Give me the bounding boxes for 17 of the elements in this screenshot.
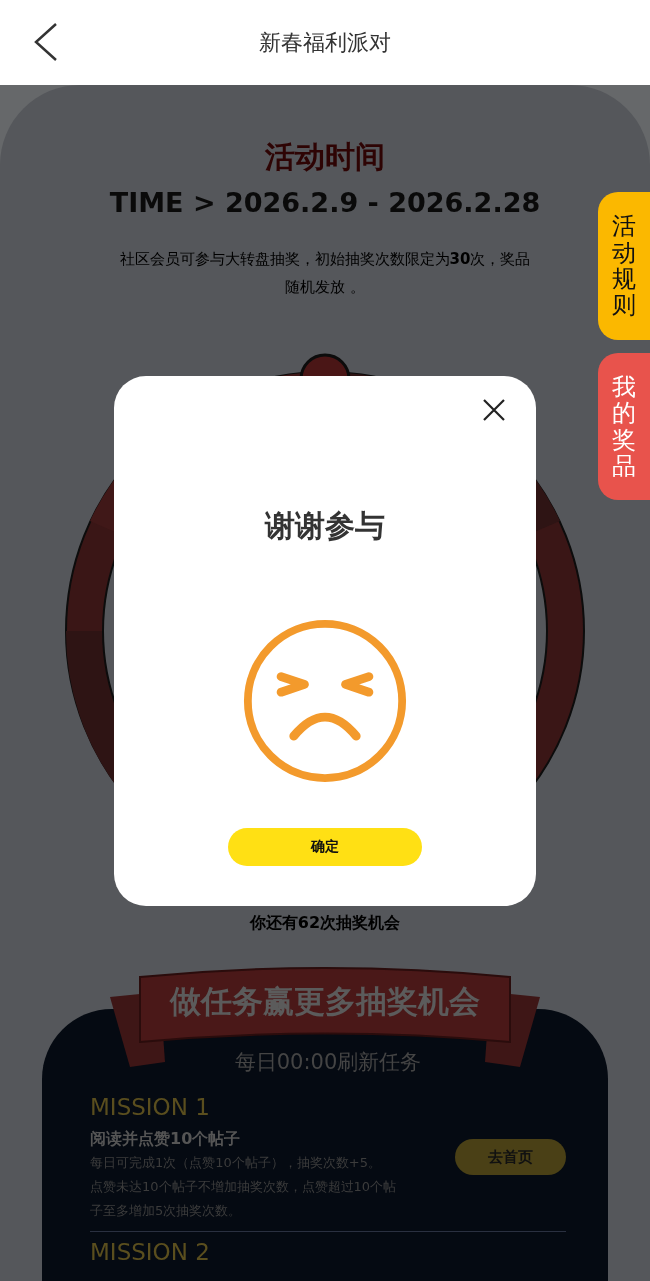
mission-title: 阅读并点赞10个帖子 (90, 1128, 242, 1150)
close-icon[interactable] (483, 399, 505, 421)
back-icon[interactable] (32, 22, 58, 62)
page-title: 新春福利派对 (259, 28, 391, 57)
event-time: TIME > 2026.2.9 - 2026.2.28 (109, 186, 541, 220)
sad-face-icon (242, 618, 408, 784)
side-tab[interactable]: 我的奖品 (598, 353, 650, 500)
banner-title: 做任务赢更多抽奖机会 (170, 982, 480, 1021)
event-description: 社区会员可参与大转盘抽奖，初始抽奖次数限定为30次，奖品随机发放 。 (118, 249, 532, 298)
mission-label: MISSION 2 (90, 1238, 211, 1266)
dialog-title: 谢谢参与 (265, 507, 385, 545)
section-heading: 活动时间 (265, 138, 385, 176)
mission-label: MISSION 1 (90, 1093, 211, 1121)
side-tab[interactable]: 活动规则 (598, 192, 650, 340)
draws-remaining: 你还有62次抽奖机会 (249, 912, 401, 934)
confirm-button[interactable]: 确定 (228, 828, 422, 866)
refresh-note: 每日00:00刷新任务 (233, 1049, 423, 1076)
